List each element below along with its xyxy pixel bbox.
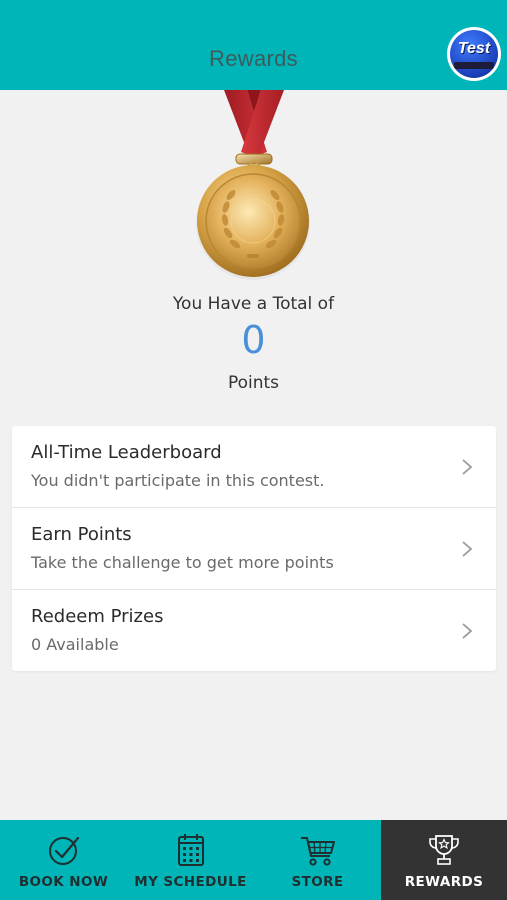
- nav-my-schedule[interactable]: MY SCHEDULE: [127, 820, 254, 900]
- check-circle-icon: [48, 836, 79, 865]
- medal-icon: [196, 90, 310, 280]
- trophy-icon: [429, 835, 459, 865]
- nav-label: STORE: [291, 874, 344, 890]
- chevron-right-icon: [462, 541, 473, 557]
- chevron-right-icon: [462, 623, 473, 639]
- redeem-prizes-row[interactable]: Redeem Prizes 0 Available: [12, 590, 496, 671]
- nav-rewards[interactable]: REWARDS: [381, 820, 507, 900]
- avatar[interactable]: Test: [447, 27, 501, 81]
- earn-points-row[interactable]: Earn Points Take the challenge to get mo…: [12, 508, 496, 590]
- nav-store[interactable]: STORE: [254, 820, 381, 900]
- avatar-label: Test: [457, 40, 491, 57]
- nav-label: REWARDS: [404, 874, 484, 890]
- nav-label: BOOK NOW: [18, 874, 109, 890]
- nav-book-now[interactable]: BOOK NOW: [0, 820, 127, 900]
- row-title: Redeem Prizes: [31, 606, 164, 627]
- points-value: 0: [241, 318, 266, 362]
- cart-icon: [300, 837, 335, 866]
- row-subtitle: 0 Available: [31, 635, 119, 654]
- bottom-nav: BOOK NOW MY SCHEDULE STORE REWARDS: [0, 820, 507, 900]
- leaderboard-row[interactable]: All-Time Leaderboard You didn't particip…: [12, 426, 496, 508]
- row-subtitle: Take the challenge to get more points: [31, 553, 334, 572]
- total-label: You Have a Total of: [172, 294, 335, 314]
- rewards-screen: Rewards Test You Have a Total of 0 Point…: [0, 0, 507, 900]
- row-title: Earn Points: [31, 524, 132, 545]
- chevron-right-icon: [462, 459, 473, 475]
- page-title: Rewards: [209, 46, 298, 71]
- app-header: Rewards Test: [0, 0, 507, 90]
- avatar-band: [454, 62, 494, 69]
- rewards-menu: All-Time Leaderboard You didn't particip…: [12, 426, 496, 671]
- nav-label: MY SCHEDULE: [134, 874, 247, 890]
- row-title: All-Time Leaderboard: [31, 442, 222, 463]
- calendar-icon: [177, 834, 204, 866]
- row-subtitle: You didn't participate in this contest.: [31, 471, 325, 490]
- points-label: Points: [227, 373, 280, 393]
- avatar-image: Test: [450, 30, 498, 78]
